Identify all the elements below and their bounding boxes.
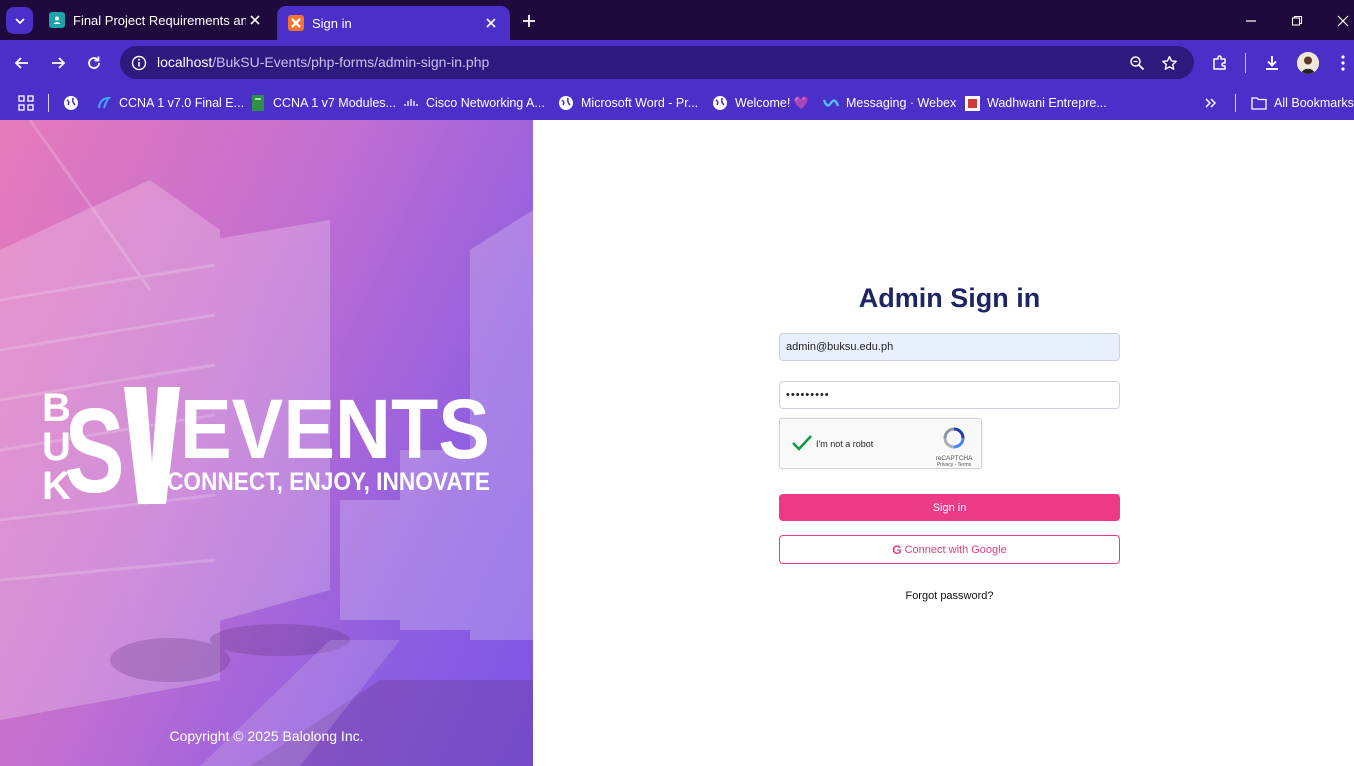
bookmark-item-webex[interactable]: Messaging · Webex <box>823 92 956 114</box>
xampp-icon <box>288 15 304 31</box>
bookmark-label: Wadhwani Entrepre... <box>987 96 1107 110</box>
tab-final-project[interactable]: Final Project Requirements and <box>38 0 274 40</box>
chevron-double-right-icon <box>1205 98 1217 108</box>
bookmark-label: Messaging · Webex <box>846 96 957 110</box>
address-bar[interactable]: localhost/BukSU-Events/php-forms/admin-s… <box>120 46 1194 79</box>
copyright-text: Copyright © 2025 Balolong Inc. <box>169 728 364 744</box>
tab-close-icon[interactable] <box>482 14 500 32</box>
globe-icon <box>63 95 79 111</box>
tab-sign-in[interactable]: Sign in <box>277 6 510 40</box>
svg-text:S: S <box>65 385 125 507</box>
all-bookmarks-label: All Bookmarks <box>1274 96 1354 110</box>
hero-tagline: CONNECT, ENJOY, INNOVATE <box>167 468 490 496</box>
itexam-icon <box>96 95 112 111</box>
close-icon <box>1337 15 1349 27</box>
minimize-button[interactable] <box>1240 10 1262 32</box>
page-content: B U K S EVENTS CONNECT, ENJOY, INNOVATE … <box>0 120 1354 766</box>
globe-icon <box>558 95 574 111</box>
chevron-down-icon <box>14 17 25 24</box>
close-window-button[interactable] <box>1332 10 1354 32</box>
webex-icon <box>823 95 839 111</box>
puzzle-icon <box>1213 55 1226 70</box>
forward-button[interactable] <box>45 50 71 76</box>
apps-grid-icon <box>18 95 34 111</box>
profile-avatar[interactable] <box>1297 52 1319 74</box>
arrow-right-icon <box>52 57 66 69</box>
google-icon: G <box>892 542 902 557</box>
classroom-icon <box>49 12 65 28</box>
arrow-left-icon <box>14 57 28 69</box>
buksu-events-logo: B U K S EVENTS CONNECT, ENJOY, INNOVATE <box>42 382 490 507</box>
extensions-button[interactable] <box>1207 50 1233 76</box>
bookmark-item-ccna-final[interactable]: CCNA 1 v7.0 Final E... <box>96 92 244 114</box>
bookmark-item-welcome[interactable]: Welcome! 💜 <box>712 92 809 114</box>
back-button[interactable] <box>9 50 35 76</box>
tab-strip: Final Project Requirements and Sign in <box>0 0 1354 40</box>
more-vertical-icon <box>1341 55 1345 71</box>
connect-google-label: Connect with Google <box>904 543 1007 556</box>
recaptcha-brand: reCAPTCHA <box>935 455 973 462</box>
bookmarks-divider <box>1235 94 1236 112</box>
wadhwani-icon <box>964 95 980 111</box>
tab-search-button[interactable] <box>6 7 33 34</box>
tab-title: Sign in <box>312 15 352 31</box>
page-title: Admin Sign in <box>858 283 1041 313</box>
forgot-password-link[interactable]: Forgot password? <box>779 590 1120 602</box>
reload-button[interactable] <box>81 50 107 76</box>
zoom-icon[interactable] <box>1126 52 1148 74</box>
recaptcha-icon <box>943 427 965 449</box>
browser-toolbar: localhost/BukSU-Events/php-forms/admin-s… <box>0 40 1354 86</box>
url-host: localhost <box>157 54 213 70</box>
bookmarks-bar: CCNA 1 v7.0 Final E... CCNA 1 v7 Modules… <box>0 86 1354 120</box>
bookmark-item-msword[interactable]: Microsoft Word - Pr... <box>558 92 698 114</box>
password-field[interactable]: ••••••••• <box>779 381 1120 409</box>
new-tab-button[interactable] <box>518 10 540 32</box>
url-text[interactable]: localhost/BukSU-Events/php-forms/admin-s… <box>157 54 489 70</box>
reload-icon <box>88 56 100 69</box>
bookmark-item-globe[interactable] <box>63 92 86 114</box>
recaptcha-logo: reCAPTCHA Privacy - Terms <box>932 427 976 468</box>
bookmark-star-icon[interactable] <box>1158 52 1180 74</box>
bookmark-item-ccna-modules[interactable]: CCNA 1 v7 Modules... <box>250 92 396 114</box>
bookmark-label: CCNA 1 v7.0 Final E... <box>119 96 245 110</box>
site-info-icon[interactable] <box>128 52 150 74</box>
svg-text:EVENTS: EVENTS <box>180 382 490 476</box>
recaptcha-checkbox[interactable] <box>790 431 814 455</box>
email-field[interactable]: admin@buksu.edu.ph <box>779 333 1120 361</box>
toolbar-divider <box>1245 53 1246 73</box>
restore-button[interactable] <box>1286 10 1308 32</box>
hero-panel: B U K S EVENTS CONNECT, ENJOY, INNOVATE … <box>0 120 533 766</box>
recaptcha-widget: I'm not a robot reCAPTCHA Privacy - Term… <box>779 418 982 469</box>
bookmark-item-wadhwani[interactable]: Wadhwani Entrepre... <box>964 92 1107 114</box>
apps-button[interactable] <box>18 92 34 114</box>
connect-google-button[interactable]: G Connect with Google <box>779 535 1120 564</box>
url-path: /BukSU-Events/php-forms/admin-sign-in.ph… <box>212 54 490 70</box>
bookmark-label: CCNA 1 v7 Modules... <box>273 96 396 110</box>
bookmark-label: Welcome! 💜 <box>735 95 810 110</box>
sign-in-button[interactable]: Sign in <box>779 494 1120 521</box>
bookmarks-divider <box>48 94 49 112</box>
minimize-icon <box>1246 20 1256 22</box>
plus-icon <box>523 15 535 27</box>
bookmark-item-cisco[interactable]: Cisco Networking A... <box>403 92 545 114</box>
downloads-button[interactable] <box>1259 50 1285 76</box>
cisco-icon <box>403 95 419 111</box>
restore-icon <box>1291 15 1303 26</box>
bookmarks-overflow-button[interactable] <box>1204 92 1218 114</box>
bookmark-label: Microsoft Word - Pr... <box>581 96 699 110</box>
download-icon <box>1266 56 1278 70</box>
bookmark-label: Cisco Networking A... <box>426 96 545 110</box>
bookmark-green-icon <box>250 95 266 111</box>
folder-icon <box>1251 95 1267 111</box>
recaptcha-label: I'm not a robot <box>816 439 874 449</box>
tab-close-icon[interactable] <box>246 11 264 29</box>
all-bookmarks-button[interactable]: All Bookmarks <box>1251 92 1354 114</box>
browser-menu-button[interactable] <box>1330 50 1354 76</box>
recaptcha-links[interactable]: Privacy - Terms <box>932 462 976 468</box>
globe-icon <box>712 95 728 111</box>
tab-title: Final Project Requirements and <box>73 12 246 28</box>
